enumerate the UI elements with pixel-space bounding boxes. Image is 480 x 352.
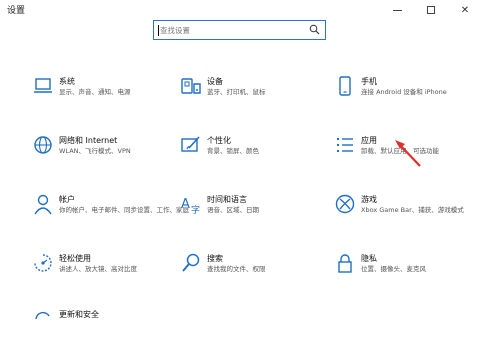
maximize-button[interactable] bbox=[414, 0, 448, 20]
tile-name: 帐户 bbox=[59, 195, 75, 204]
tile-devices[interactable]: 设备 蓝牙、打印机、鼠标 bbox=[180, 75, 320, 119]
devices-icon bbox=[181, 78, 201, 94]
annotation-arrow bbox=[395, 140, 421, 167]
tile-gaming[interactable]: 游戏 Xbox Game Bar、捕获、游戏模式 bbox=[334, 193, 474, 237]
phone-icon bbox=[339, 76, 351, 96]
tile-name: 应用 bbox=[361, 136, 377, 145]
tile-name: 更新和安全 bbox=[59, 310, 99, 319]
tile-description: 你的帐户、电子邮件、同步设置、工作、家庭 bbox=[59, 206, 189, 214]
tile-name: 手机 bbox=[361, 77, 377, 86]
tile-description: WLAN、飞行模式、VPN bbox=[59, 147, 131, 155]
laptop-icon bbox=[34, 78, 52, 93]
tile-description: 显示、声音、通知、电源 bbox=[59, 88, 131, 96]
tile-name: 个性化 bbox=[207, 136, 231, 145]
window-title: 设置 bbox=[7, 6, 26, 16]
tile-name: 隐私 bbox=[361, 254, 377, 263]
tile-name: 网络和 Internet bbox=[59, 136, 118, 145]
maximize-icon bbox=[427, 6, 435, 14]
tile-description: 背景、锁屏、颜色 bbox=[207, 147, 259, 155]
tile-search[interactable]: 搜索 查找我的文件、权限 bbox=[180, 252, 320, 296]
tile-personalization[interactable]: 个性化 背景、锁屏、颜色 bbox=[180, 134, 320, 178]
search-input[interactable] bbox=[160, 24, 300, 36]
time-language-icon: A 字 bbox=[181, 197, 200, 215]
lock-icon bbox=[338, 254, 352, 273]
person-icon bbox=[34, 194, 52, 215]
tile-ease-of-access[interactable]: 轻松使用 讲述人、放大镜、高对比度 bbox=[32, 252, 172, 296]
close-icon: ✕ bbox=[460, 4, 470, 16]
apps-list-icon bbox=[337, 138, 353, 152]
tile-description: 位置、摄像头、麦克风 bbox=[361, 265, 426, 273]
tile-description: Xbox Game Bar、捕获、游戏模式 bbox=[361, 206, 464, 214]
tile-name: 时间和语言 bbox=[207, 195, 247, 204]
tile-description: 连接 Android 设备和 iPhone bbox=[361, 88, 447, 96]
tile-name: 轻松使用 bbox=[59, 254, 91, 263]
update-icon bbox=[35, 311, 50, 320]
tile-name: 设备 bbox=[207, 77, 223, 86]
paint-icon bbox=[181, 136, 200, 152]
search-box[interactable] bbox=[153, 20, 326, 40]
search-icon[interactable] bbox=[309, 24, 320, 35]
search-icon bbox=[182, 253, 200, 272]
tile-system[interactable]: 系统 显示、声音、通知、电源 bbox=[32, 75, 172, 119]
tile-description: 讲述人、放大镜、高对比度 bbox=[59, 265, 137, 273]
tile-description: 蓝牙、打印机、鼠标 bbox=[207, 88, 266, 96]
tile-name: 搜索 bbox=[207, 254, 223, 263]
tile-network-internet[interactable]: 网络和 Internet WLAN、飞行模式、VPN bbox=[32, 134, 172, 178]
tile-phone[interactable]: 手机 连接 Android 设备和 iPhone bbox=[334, 75, 474, 119]
svg-text:A: A bbox=[181, 197, 190, 212]
text-cursor bbox=[158, 25, 159, 36]
tile-name: 游戏 bbox=[361, 195, 377, 204]
globe-icon bbox=[34, 136, 52, 154]
svg-text:字: 字 bbox=[191, 204, 200, 215]
title-bar: 设置 ✕ bbox=[0, 0, 480, 22]
tile-update-security[interactable]: 更新和安全 bbox=[32, 308, 172, 352]
tile-name: 系统 bbox=[59, 77, 75, 86]
minimize-icon bbox=[392, 9, 402, 11]
tile-description: 语音、区域、日期 bbox=[207, 206, 259, 214]
close-button[interactable]: ✕ bbox=[448, 0, 480, 20]
tile-time-language[interactable]: A 字 时间和语言 语音、区域、日期 bbox=[180, 193, 320, 237]
tile-privacy[interactable]: 隐私 位置、摄像头、麦克风 bbox=[334, 252, 474, 296]
ease-of-access-icon bbox=[34, 254, 52, 272]
tile-description: 查找我的文件、权限 bbox=[207, 265, 266, 273]
xbox-icon bbox=[335, 194, 355, 214]
tile-accounts[interactable]: 帐户 你的帐户、电子邮件、同步设置、工作、家庭 bbox=[32, 193, 189, 237]
minimize-button[interactable] bbox=[380, 0, 414, 20]
